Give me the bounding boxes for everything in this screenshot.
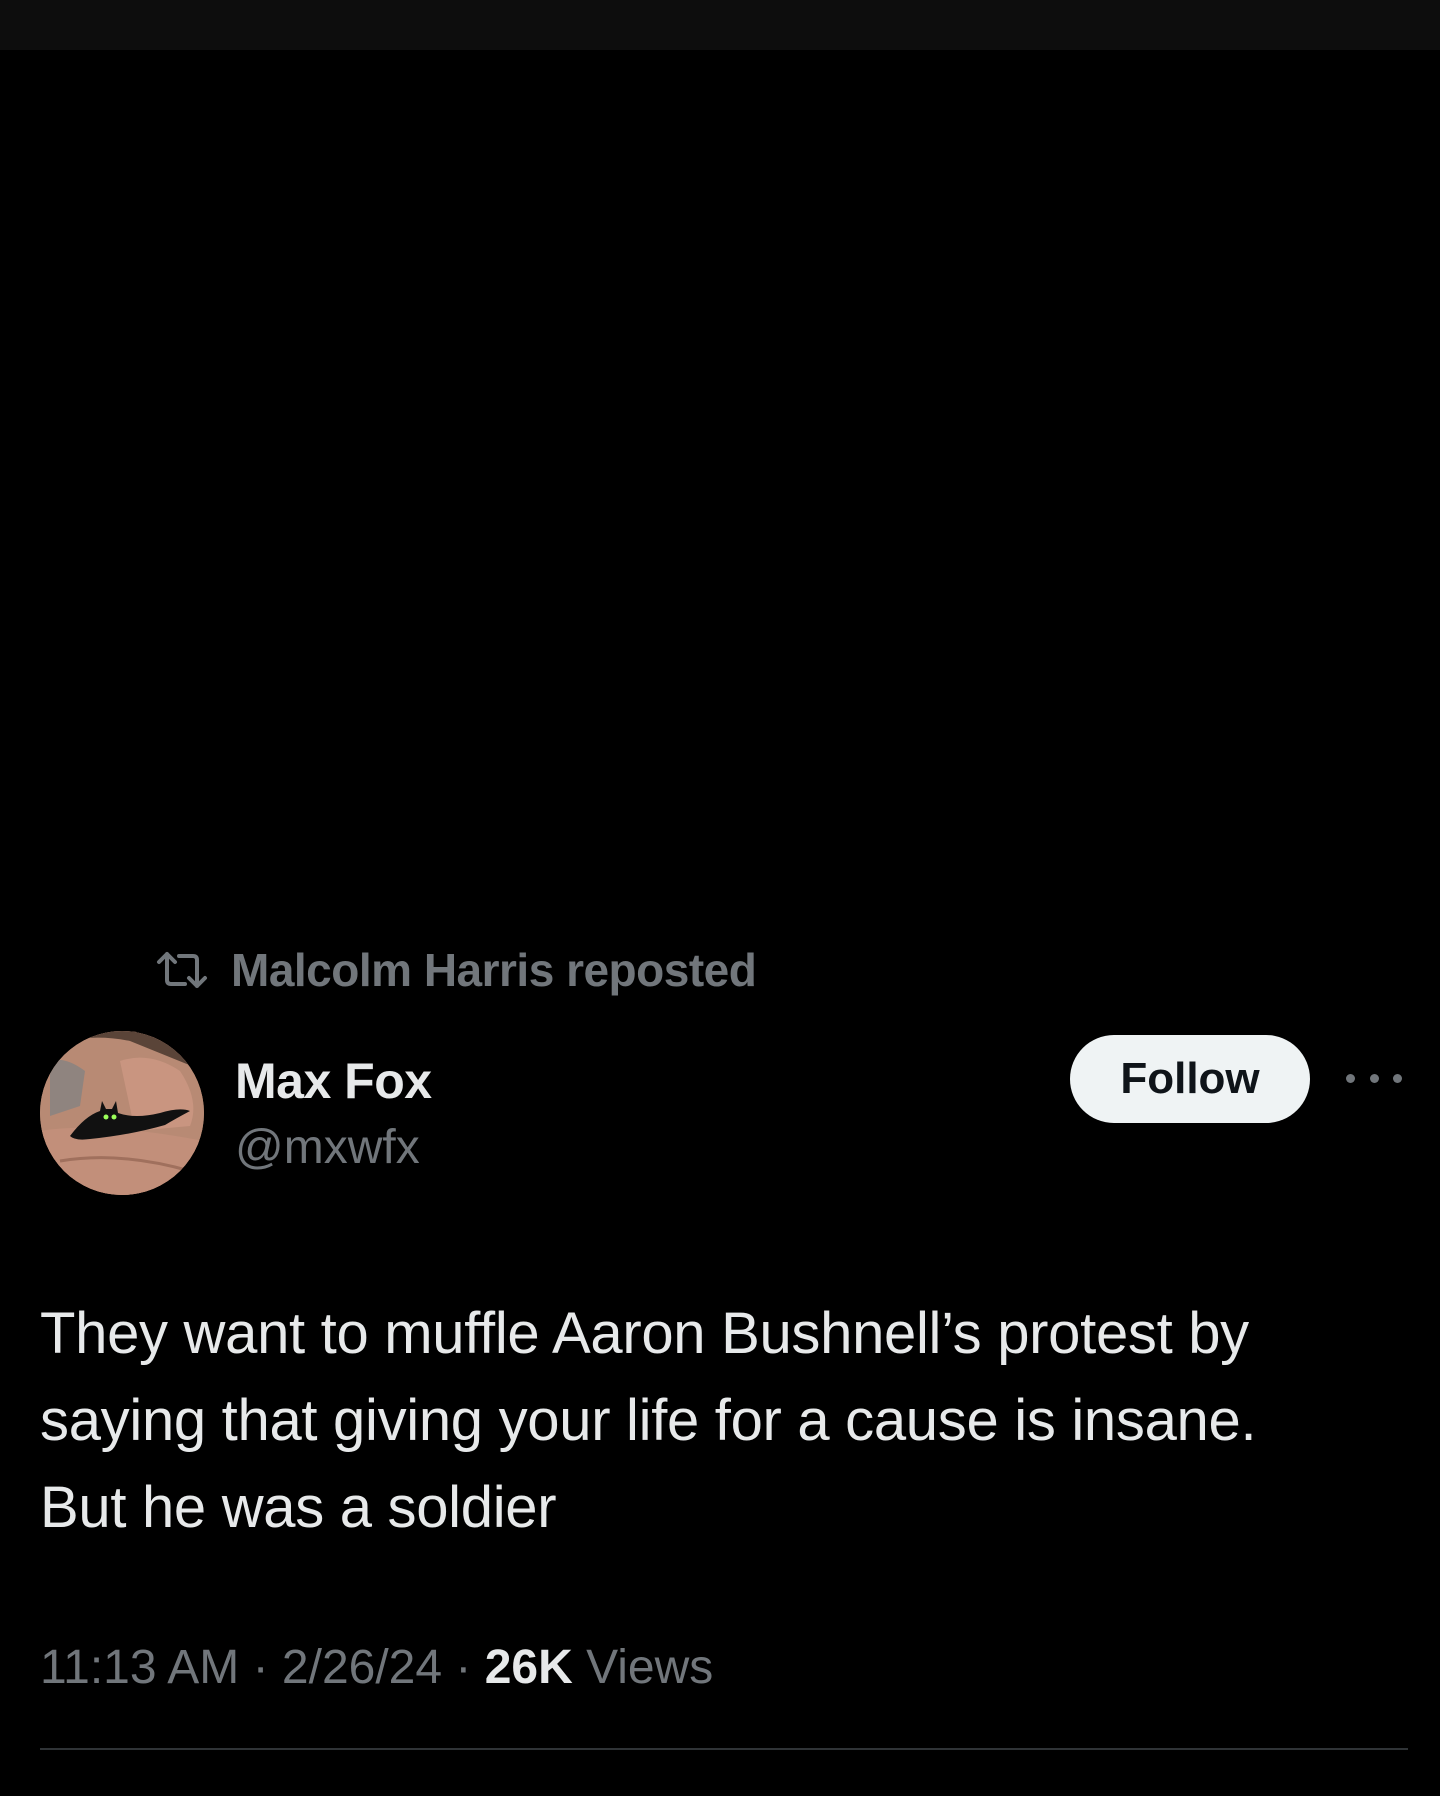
top-status-bar: [0, 0, 1440, 50]
author-handle[interactable]: @mxwfx: [235, 1120, 420, 1175]
meta-separator: ·: [239, 1641, 282, 1694]
tweet-meta: 11:13 AM · 2/26/24 · 26K Views: [40, 1640, 713, 1695]
views-label[interactable]: Views: [573, 1641, 713, 1694]
tweet-line: They want to muffle Aaron Bushnell’s pro…: [40, 1301, 1249, 1366]
more-dot: [1369, 1073, 1379, 1083]
more-dot: [1393, 1073, 1402, 1083]
more-options-icon[interactable]: [1346, 1060, 1402, 1096]
views-count[interactable]: 26K: [485, 1641, 573, 1694]
follow-button[interactable]: Follow: [1070, 1035, 1310, 1123]
meta-separator: ·: [442, 1641, 485, 1694]
cat-avatar: [40, 1031, 204, 1195]
repost-indicator[interactable]: Malcolm Harris reposted: [155, 943, 757, 997]
more-dot: [1346, 1073, 1355, 1083]
avatar[interactable]: [40, 1031, 204, 1195]
tweet-date[interactable]: 2/26/24: [282, 1641, 442, 1694]
tweet-line: saying that giving your life for a cause…: [40, 1388, 1257, 1453]
repost-icon: [157, 952, 207, 988]
divider: [40, 1748, 1408, 1750]
tweet-time[interactable]: 11:13 AM: [40, 1641, 239, 1694]
tweet-text: They want to muffle Aaron Bushnell’s pro…: [40, 1290, 1410, 1551]
author-display-name[interactable]: Max Fox: [235, 1052, 432, 1110]
tweet-line: But he was a soldier: [40, 1475, 557, 1540]
repost-text[interactable]: Malcolm Harris reposted: [231, 943, 757, 997]
